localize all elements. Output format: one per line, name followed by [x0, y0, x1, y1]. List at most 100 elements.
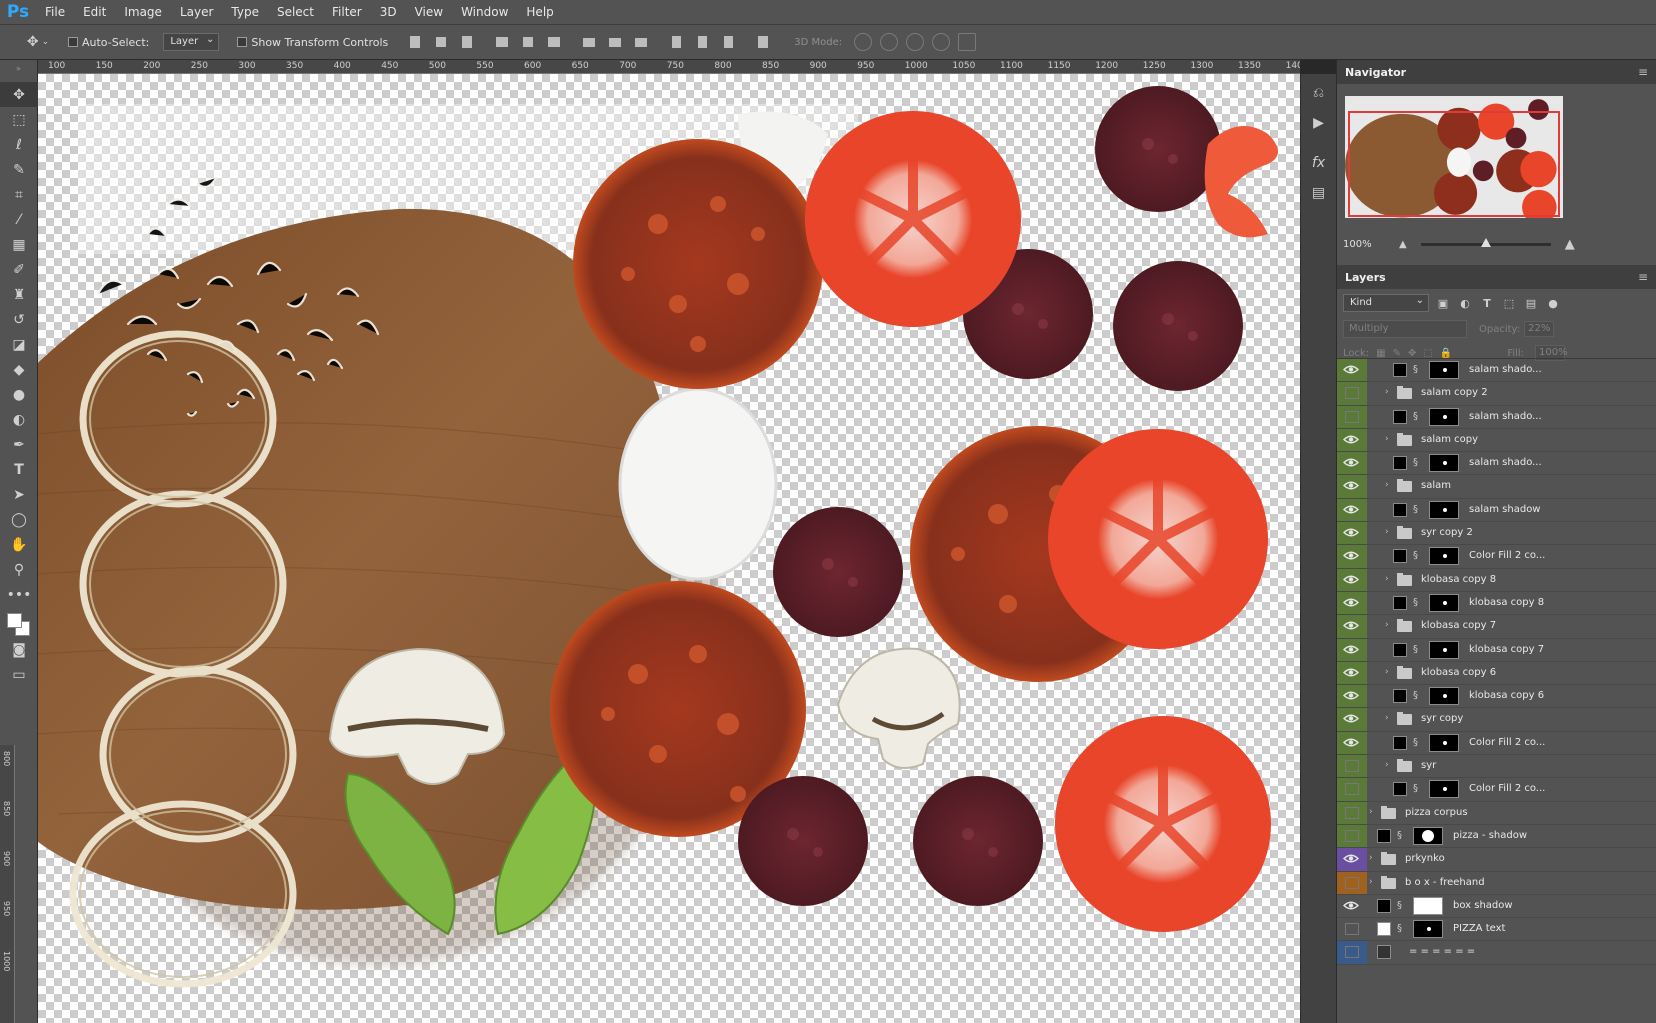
paint-bucket-tool-icon[interactable]: ◆ [0, 357, 38, 382]
distribute-left-icon[interactable] [668, 34, 684, 50]
layer-mask-thumbnail[interactable] [1413, 826, 1443, 845]
expand-arrow-icon[interactable]: › [1369, 877, 1373, 887]
tools-collapse-icon[interactable]: » [0, 60, 37, 82]
layer-mask-thumbnail[interactable] [1413, 920, 1443, 939]
mask-link-icon[interactable]: § [1413, 457, 1421, 469]
visibility-eye-icon[interactable] [1345, 783, 1359, 796]
layer-row[interactable]: § salam shadow [1337, 498, 1656, 523]
menu-layer[interactable]: Layer [171, 0, 222, 24]
layer-mask-thumbnail[interactable] [1429, 407, 1459, 426]
layer-mask-thumbnail[interactable] [1429, 593, 1459, 612]
visibility-eye-icon[interactable] [1343, 690, 1361, 702]
visibility-eye-icon[interactable] [1343, 713, 1361, 725]
quick-mask-icon[interactable]: ◙ [0, 637, 38, 662]
pen-tool-icon[interactable]: ✒ [0, 432, 38, 457]
more-tools-icon[interactable]: ••• [0, 582, 38, 607]
visibility-eye-icon[interactable] [1343, 504, 1361, 516]
layer-row[interactable]: = = = = = = [1337, 941, 1656, 965]
zoom-out-icon[interactable]: ▲ [1399, 239, 1407, 250]
layer-group-row[interactable]: › syr [1337, 755, 1656, 779]
visibility-eye-icon[interactable] [1345, 760, 1359, 773]
filter-shape-icon[interactable]: ⬚ [1501, 295, 1517, 311]
navigator-menu-icon[interactable]: ≡ [1638, 65, 1648, 79]
zoom-value[interactable]: 100% [1343, 239, 1383, 250]
screen-mode-icon[interactable]: ▭ [0, 662, 38, 687]
visibility-eye-icon[interactable] [1343, 457, 1361, 469]
layer-group-row[interactable]: › klobasa copy 8 [1337, 568, 1656, 592]
layer-mask-thumbnail[interactable] [1429, 640, 1459, 659]
mask-link-icon[interactable]: § [1413, 690, 1421, 702]
mask-link-icon[interactable]: § [1397, 900, 1405, 912]
expand-arrow-icon[interactable]: › [1385, 527, 1389, 537]
styles-panel-icon[interactable]: fx [1308, 152, 1330, 174]
layer-group-row[interactable]: › salam copy 2 [1337, 382, 1656, 406]
layer-mask-thumbnail[interactable] [1429, 454, 1459, 473]
visibility-eye-icon[interactable] [1343, 644, 1361, 656]
layer-row[interactable]: § salam shado... [1337, 405, 1656, 429]
navigator-tab[interactable]: Navigator ≡ [1337, 60, 1656, 84]
align-left-icon[interactable] [494, 34, 510, 50]
layer-mask-thumbnail[interactable] [1429, 500, 1459, 519]
mask-link-icon[interactable]: § [1413, 737, 1421, 749]
layer-group-row[interactable]: › salam [1337, 475, 1656, 499]
clone-stamp-tool-icon[interactable]: ♜ [0, 282, 38, 307]
filter-type-icon[interactable]: T [1479, 295, 1495, 311]
menu-image[interactable]: Image [115, 0, 171, 24]
expand-arrow-icon[interactable]: › [1385, 480, 1389, 490]
layer-group-row[interactable]: › pizza corpus [1337, 801, 1656, 825]
visibility-eye-icon[interactable] [1345, 806, 1359, 819]
layer-group-row[interactable]: › salam copy [1337, 428, 1656, 453]
healing-brush-tool-icon[interactable]: ▦ [0, 232, 38, 257]
filter-pixel-icon[interactable]: ▣ [1435, 295, 1451, 311]
mask-link-icon[interactable]: § [1413, 644, 1421, 656]
3d-pan-icon[interactable] [906, 33, 925, 51]
history-panel-icon[interactable]: ⎌ [1308, 82, 1330, 104]
visibility-eye-icon[interactable] [1345, 410, 1359, 423]
auto-select-checkbox[interactable]: Auto-Select: [68, 36, 149, 49]
blend-mode-dropdown[interactable]: Multiply [1343, 320, 1467, 338]
brush-tool-icon[interactable]: ✐ [0, 257, 38, 282]
3d-slide-icon[interactable] [932, 33, 951, 51]
mask-link-icon[interactable]: § [1413, 364, 1421, 376]
zoom-tool-icon[interactable]: ⚲ [0, 557, 38, 582]
menu-help[interactable]: Help [517, 0, 562, 24]
layer-mask-thumbnail[interactable] [1429, 687, 1459, 706]
visibility-eye-icon[interactable] [1343, 550, 1361, 562]
expand-arrow-icon[interactable]: › [1369, 853, 1373, 863]
layer-group-row[interactable]: › syr copy [1337, 708, 1656, 732]
layer-row[interactable]: § PIZZA text [1337, 918, 1656, 942]
visibility-eye-icon[interactable] [1345, 923, 1359, 936]
layer-row[interactable]: § salam shado... [1337, 359, 1656, 383]
filter-toggle-icon[interactable]: ● [1545, 295, 1561, 311]
marquee-tool-icon[interactable]: ⬚ [0, 107, 38, 132]
visibility-eye-icon[interactable] [1343, 480, 1361, 492]
path-selection-tool-icon[interactable]: ➤ [0, 482, 38, 507]
zoom-in-icon[interactable]: ▲ [1565, 237, 1575, 252]
visibility-eye-icon[interactable] [1343, 434, 1361, 446]
ellipse-tool-icon[interactable]: ◯ [0, 507, 38, 532]
layer-row[interactable]: § Color Fill 2 co... [1337, 731, 1656, 756]
layer-row[interactable]: § klobasa copy 6 [1337, 685, 1656, 709]
layer-row[interactable]: § pizza - shadow [1337, 824, 1656, 849]
layer-row[interactable]: § salam shado... [1337, 452, 1656, 476]
align-top-icon[interactable] [407, 34, 423, 50]
visibility-eye-icon[interactable] [1345, 876, 1359, 889]
opacity-field[interactable]: 22% [1524, 321, 1555, 337]
layer-group-row[interactable]: › b o x - freehand [1337, 871, 1656, 895]
filter-kind-dropdown[interactable]: Kind [1343, 293, 1429, 312]
mask-link-icon[interactable]: § [1413, 597, 1421, 609]
navigator-preview[interactable] [1345, 96, 1563, 218]
distribute-horizontal-center-icon[interactable] [694, 34, 710, 50]
layer-row[interactable]: § Color Fill 2 co... [1337, 545, 1656, 569]
history-brush-tool-icon[interactable]: ↺ [0, 307, 38, 332]
layer-mask-thumbnail[interactable] [1429, 780, 1459, 799]
mask-link-icon[interactable]: § [1413, 411, 1421, 423]
expand-arrow-icon[interactable]: › [1385, 574, 1389, 584]
layer-mask-thumbnail[interactable] [1429, 547, 1459, 566]
menu-select[interactable]: Select [268, 0, 323, 24]
visibility-eye-icon[interactable] [1343, 574, 1361, 586]
expand-arrow-icon[interactable]: › [1369, 807, 1373, 817]
layers-menu-icon[interactable]: ≡ [1638, 270, 1648, 284]
navigator-view-box[interactable] [1348, 111, 1560, 217]
layer-group-row[interactable]: › prkynko [1337, 848, 1656, 872]
